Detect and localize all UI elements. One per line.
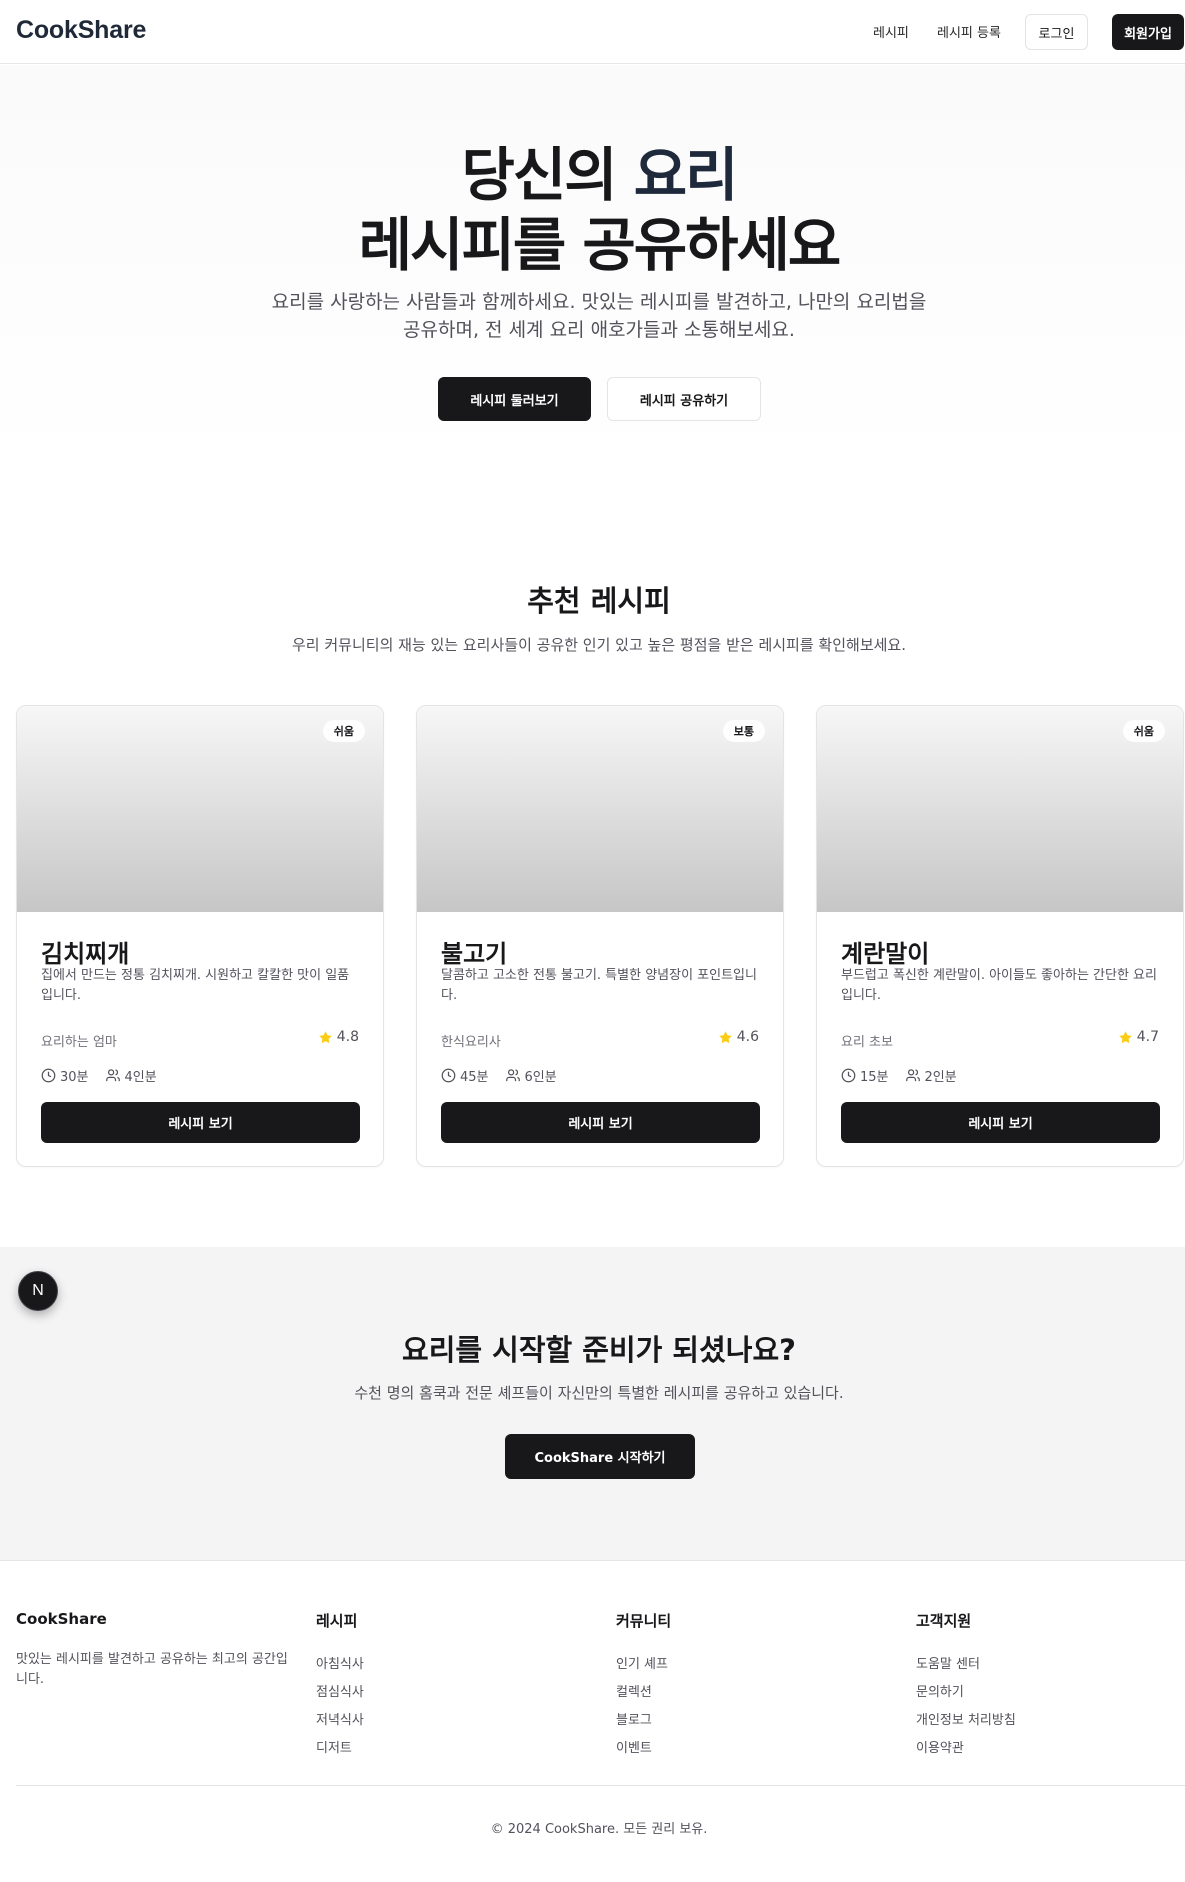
difficulty-badge: 쉬움 [322, 720, 365, 742]
share-recipe-button[interactable]: 레시피 공유하기 [607, 377, 761, 421]
featured-title: 추천 레시피 [527, 584, 671, 618]
recipe-rating: 4.6 [718, 1029, 759, 1045]
footer-bottom-divider [16, 1785, 1185, 1786]
recipe-description: 달콤하고 고소한 전통 불고기. 특별한 양념장이 포인트입니다. [441, 968, 757, 1003]
servings: 4인분 [105, 1066, 157, 1085]
recipe-title: 김치찌개 [41, 940, 130, 968]
recipe-meta: 30분 4인분 [41, 1066, 173, 1085]
nav-link-recipes[interactable]: 레시피 [873, 22, 909, 41]
star-icon [718, 1030, 732, 1043]
recipe-title: 계란말이 [841, 940, 930, 968]
view-recipe-button[interactable]: 레시피 보기 [441, 1102, 760, 1143]
footer-link[interactable]: 아침식사 [316, 1653, 364, 1681]
footer-heading: 고객지원 [916, 1612, 972, 1630]
view-recipe-button[interactable]: 레시피 보기 [841, 1102, 1160, 1143]
servings-value: 2인분 [924, 1070, 957, 1085]
cook-time: 45분 [441, 1066, 489, 1085]
rating-value: 4.6 [736, 1029, 759, 1045]
footer-link[interactable]: 개인정보 처리방침 [916, 1709, 1016, 1737]
cook-time: 30분 [41, 1066, 89, 1085]
recipe-description: 집에서 만드는 정통 김치찌개. 시원하고 칼칼한 맛이 일품입니다. [41, 968, 350, 1003]
nav-link-add-recipe[interactable]: 레시피 등록 [937, 22, 1001, 41]
footer-link[interactable]: 인기 셰프 [616, 1653, 671, 1681]
servings-value: 6인분 [524, 1070, 557, 1085]
recipe-card[interactable]: 쉬움 김치찌개 집에서 만드는 정통 김치찌개. 시원하고 칼칼한 맛이 일품입… [16, 705, 384, 1167]
get-started-button[interactable]: CookShare 시작하기 [505, 1434, 695, 1479]
users-icon [505, 1069, 520, 1082]
site-header: CookShare 레시피 레시피 등록 로그인 회원가입 [0, 0, 1185, 64]
footer-brand-description: 맛있는 레시피를 발견하고 공유하는 최고의 공간입니다. [16, 1652, 288, 1687]
cta-section: N 요리를 시작할 준비가 되셨나요? 수천 명의 홈쿡과 전문 셰프들이 자신… [0, 1247, 1185, 1560]
footer-link[interactable]: 저녁식사 [316, 1709, 364, 1737]
copyright-text: © 2024 CookShare. 모든 권리 보유. [490, 1822, 708, 1837]
recipe-title: 불고기 [441, 940, 508, 968]
recipe-rating: 4.8 [318, 1029, 359, 1045]
nextjs-badge-letter: N [32, 1282, 44, 1299]
hero-title-accent: 요리 [633, 141, 739, 209]
footer-divider [0, 1560, 1185, 1561]
browse-recipes-button[interactable]: 레시피 둘러보기 [438, 377, 591, 421]
footer-heading: 커뮤니티 [616, 1612, 672, 1630]
nextjs-dev-badge[interactable]: N [18, 1271, 58, 1311]
featured-subtitle: 우리 커뮤니티의 재능 있는 요리사들이 공유한 인기 있고 높은 평점을 받은… [292, 636, 906, 654]
footer-link[interactable]: 컬렉션 [616, 1681, 671, 1709]
footer-link[interactable]: 디저트 [316, 1737, 364, 1765]
footer-brand-name: CookShare [16, 1610, 107, 1628]
rating-value: 4.7 [1136, 1029, 1159, 1045]
users-icon [105, 1069, 120, 1082]
recipe-meta: 45분 6인분 [441, 1066, 573, 1085]
recipe-card[interactable]: 보통 불고기 달콤하고 고소한 전통 불고기. 특별한 양념장이 포인트입니다.… [416, 705, 784, 1167]
signup-button[interactable]: 회원가입 [1112, 14, 1184, 50]
footer-brand: CookShare 맛있는 레시피를 발견하고 공유하는 최고의 공간입니다. [16, 1610, 296, 1690]
difficulty-badge: 보통 [722, 720, 765, 742]
recipe-card[interactable]: 쉬움 계란말이 부드럽고 폭신한 계란말이. 아이들도 좋아하는 간단한 요리입… [816, 705, 1184, 1167]
recipe-description: 부드럽고 폭신한 계란말이. 아이들도 좋아하는 간단한 요리입니다. [841, 968, 1157, 1003]
recipe-author: 요리 초보 [841, 1035, 893, 1050]
hero-title: 당신의 요리 레시피를 공유하세요 [0, 140, 1185, 280]
login-button[interactable]: 로그인 [1025, 14, 1088, 50]
footer-link[interactable]: 문의하기 [916, 1681, 1016, 1709]
cta-title: 요리를 시작할 준비가 되셨나요? [402, 1333, 796, 1367]
clock-icon [41, 1068, 56, 1083]
servings: 2인분 [905, 1066, 957, 1085]
footer-column-support: 고객지원 도움말 센터 문의하기 개인정보 처리방침 이용약관 [916, 1610, 1016, 1765]
star-icon [318, 1030, 332, 1043]
hero-description: 요리를 사랑하는 사람들과 함께하세요. 맛있는 레시피를 발견하고, 나만의 … [271, 291, 927, 341]
difficulty-badge: 쉬움 [1122, 720, 1165, 742]
view-recipe-button[interactable]: 레시피 보기 [41, 1102, 360, 1143]
footer-column-recipes: 레시피 아침식사 점심식사 저녁식사 디저트 [316, 1610, 364, 1765]
footer-link[interactable]: 도움말 센터 [916, 1653, 1016, 1681]
footer-link[interactable]: 점심식사 [316, 1681, 364, 1709]
recipe-author: 요리하는 엄마 [41, 1035, 117, 1050]
footer-link[interactable]: 이용약관 [916, 1737, 1016, 1765]
cook-time-value: 30분 [60, 1070, 89, 1085]
recipe-rating: 4.7 [1118, 1029, 1159, 1045]
cta-subtitle: 수천 명의 홈쿡과 전문 셰프들이 자신만의 특별한 레시피를 공유하고 있습니… [354, 1384, 844, 1402]
cook-time-value: 45분 [460, 1070, 489, 1085]
footer-column-community: 커뮤니티 인기 셰프 컬렉션 블로그 이벤트 [616, 1610, 671, 1765]
cook-time: 15분 [841, 1066, 889, 1085]
users-icon [905, 1069, 920, 1082]
cook-time-value: 15분 [860, 1070, 889, 1085]
hero-title-line2: 레시피를 공유하세요 [358, 211, 841, 279]
recipe-author: 한식요리사 [441, 1035, 501, 1050]
clock-icon [841, 1068, 856, 1083]
clock-icon [441, 1068, 456, 1083]
star-icon [1118, 1030, 1132, 1043]
recipe-meta: 15분 2인분 [841, 1066, 973, 1085]
servings: 6인분 [505, 1066, 557, 1085]
footer-link[interactable]: 이벤트 [616, 1737, 671, 1765]
logo[interactable]: CookShare [16, 16, 146, 45]
footer-link[interactable]: 블로그 [616, 1709, 671, 1737]
hero-title-part: 당신의 [461, 141, 634, 209]
rating-value: 4.8 [336, 1029, 359, 1045]
footer-heading: 레시피 [316, 1612, 358, 1630]
servings-value: 4인분 [124, 1070, 157, 1085]
